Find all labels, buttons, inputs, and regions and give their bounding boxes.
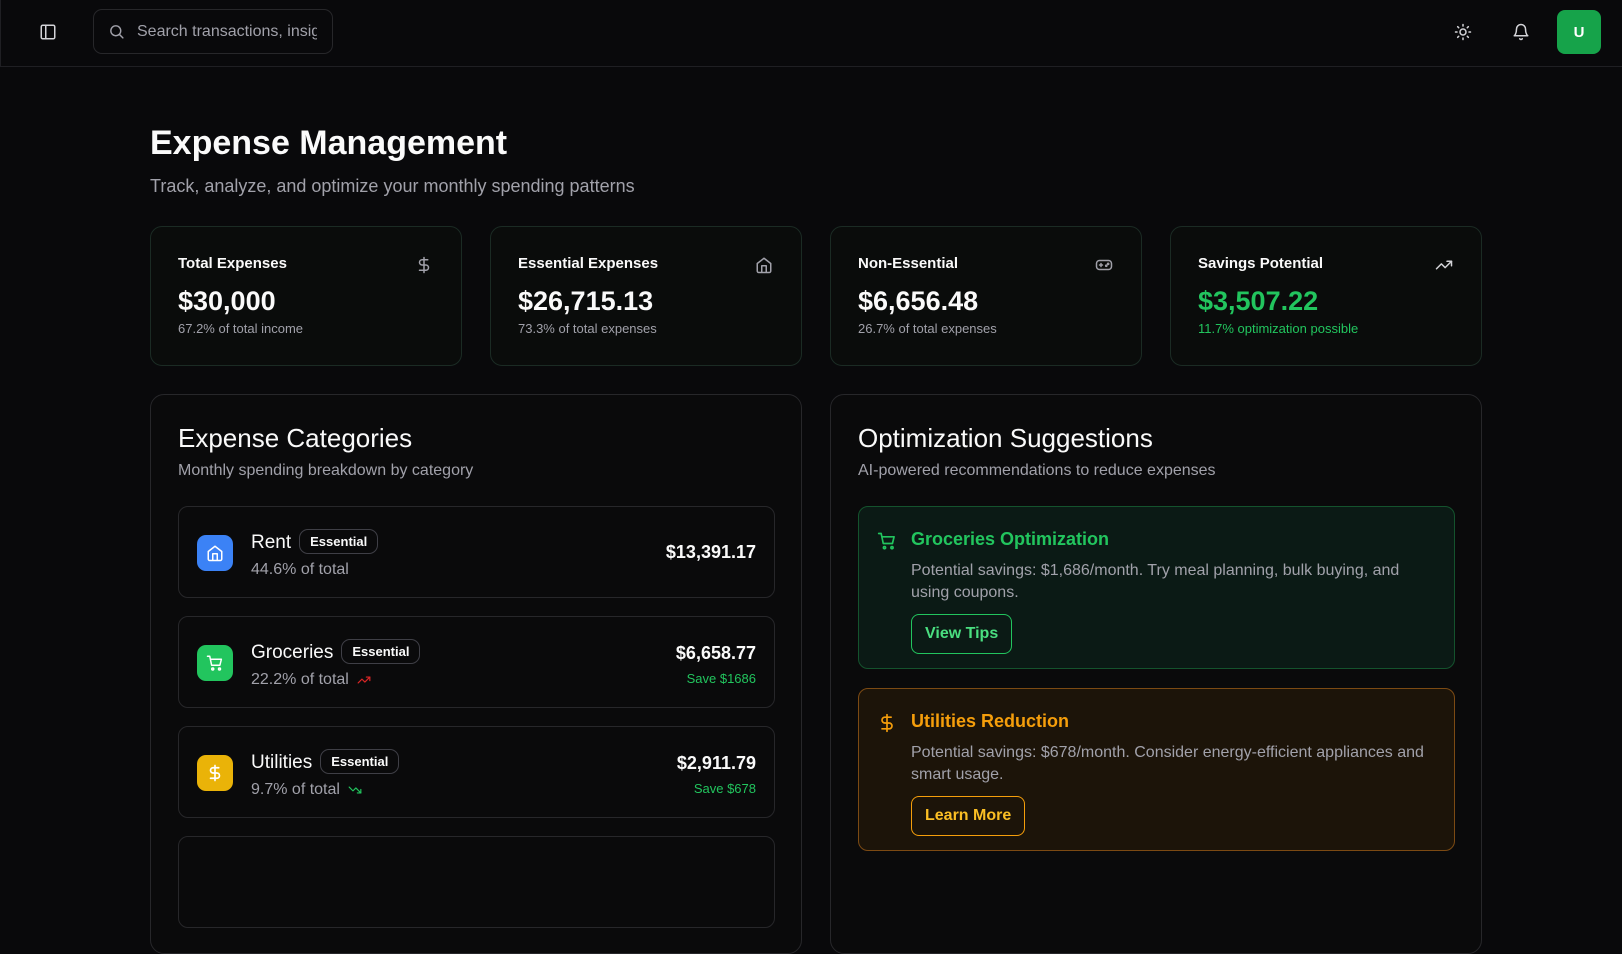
stat-card-essential-expenses: Essential Expenses $26,715.13 73.3% of t… — [490, 226, 802, 366]
category-name-line: Utilities Essential — [251, 749, 400, 774]
stat-label: Savings Potential — [1198, 255, 1324, 272]
stat-note: 26.7% of total expenses — [858, 321, 997, 336]
notifications-bell-icon[interactable] — [1503, 14, 1539, 50]
suggestion-title: Utilities Reduction — [911, 711, 1070, 731]
stat-note: 67.2% of total income — [178, 321, 304, 336]
essential-badge: Essential — [320, 749, 400, 774]
stat-note: 11.7% optimization possible — [1198, 321, 1359, 336]
theme-toggle-sun-icon[interactable] — [1445, 14, 1481, 50]
essential-badge: Essential — [299, 529, 379, 554]
sidebar-toggle-icon[interactable] — [30, 14, 66, 50]
dollar-icon — [418, 256, 430, 274]
suggestion-title: Groceries Optimization — [911, 529, 1110, 549]
category-percent-line: 22.2% of total — [251, 671, 371, 689]
trending-down-icon — [348, 786, 362, 794]
optimization-suggestions-panel: Optimization Suggestions AI-powered reco… — [830, 394, 1482, 954]
gamepad-icon — [1095, 259, 1113, 271]
suggestion-card-utilities: Utilities Reduction Potential savings: $… — [858, 688, 1455, 851]
stat-value: $6,656.48 — [858, 286, 979, 316]
category-save: Save $1686 — [686, 671, 756, 686]
panel-subtitle: Monthly spending breakdown by category — [178, 462, 474, 479]
search-box[interactable] — [93, 9, 333, 54]
category-save: Save $678 — [693, 781, 756, 796]
panel-title: Expense Categories — [178, 423, 413, 453]
stat-note: 73.3% of total expenses — [518, 321, 657, 336]
suggestion-description: Potential savings: $678/month. Consider … — [911, 744, 1424, 783]
trending-up-icon — [357, 676, 371, 684]
home-icon — [756, 257, 772, 274]
top-bar: U — [0, 0, 1622, 67]
dollar-icon — [197, 755, 233, 791]
trending-up-icon — [1435, 260, 1453, 270]
category-name: Rent — [251, 532, 292, 553]
category-row-utilities[interactable]: Utilities Essential 9.7% of total $2,911.… — [178, 726, 775, 818]
category-percent: 22.2% of total — [251, 671, 349, 688]
stat-label: Total Expenses — [178, 255, 287, 272]
panel-subtitle: AI-powered recommendations to reduce exp… — [858, 462, 1216, 479]
category-name: Utilities — [251, 752, 313, 773]
category-name: Groceries — [251, 642, 334, 663]
suggestion-description: Potential savings: $1,686/month. Try mea… — [911, 562, 1400, 601]
expense-categories-panel: Expense Categories Monthly spending brea… — [150, 394, 802, 954]
category-amount: $6,658.77 — [675, 643, 756, 663]
page-subtitle: Track, analyze, and optimize your monthl… — [150, 176, 635, 196]
cart-icon — [877, 532, 895, 550]
stat-card-total-expenses: Total Expenses $30,000 67.2% of total in… — [150, 226, 462, 366]
page-title: Expense Management — [150, 124, 508, 162]
stat-label: Essential Expenses — [518, 255, 659, 272]
stat-card-non-essential: Non-Essential $6,656.48 26.7% of total e… — [830, 226, 1142, 366]
essential-badge: Essential — [341, 639, 421, 664]
user-avatar[interactable]: U — [1557, 10, 1601, 54]
category-percent-line: 9.7% of total — [251, 781, 362, 799]
panel-title: Optimization Suggestions — [858, 423, 1153, 453]
category-percent: 44.6% of total — [251, 561, 349, 578]
learn-more-button[interactable]: Learn More — [911, 796, 1026, 836]
cart-icon — [197, 645, 233, 681]
stat-card-savings-potential: Savings Potential $3,507.22 11.7% optimi… — [1170, 226, 1482, 366]
search-input[interactable] — [137, 22, 317, 41]
category-percent: 9.7% of total — [251, 781, 340, 798]
category-name-line: Groceries Essential — [251, 639, 421, 664]
category-row-rent[interactable]: Rent Essential 44.6% of total $13,391.17 — [178, 506, 775, 598]
search-icon — [110, 25, 124, 39]
category-row-groceries[interactable]: Groceries Essential 22.2% of total $6,658… — [178, 616, 775, 708]
category-amount: $2,911.79 — [676, 753, 756, 773]
category-row-next[interactable] — [178, 836, 775, 928]
stat-label: Non-Essential — [858, 255, 959, 272]
view-tips-button[interactable]: View Tips — [911, 614, 1013, 654]
home-icon — [197, 535, 233, 571]
stat-value: $3,507.22 — [1198, 286, 1319, 316]
suggestion-card-groceries: Groceries Optimization Potential savings… — [858, 506, 1455, 669]
stat-value: $30,000 — [178, 286, 276, 316]
category-amount: $13,391.17 — [665, 542, 756, 562]
stat-value: $26,715.13 — [518, 286, 654, 316]
dollar-icon — [881, 713, 893, 733]
category-name-line: Rent Essential — [251, 529, 379, 554]
